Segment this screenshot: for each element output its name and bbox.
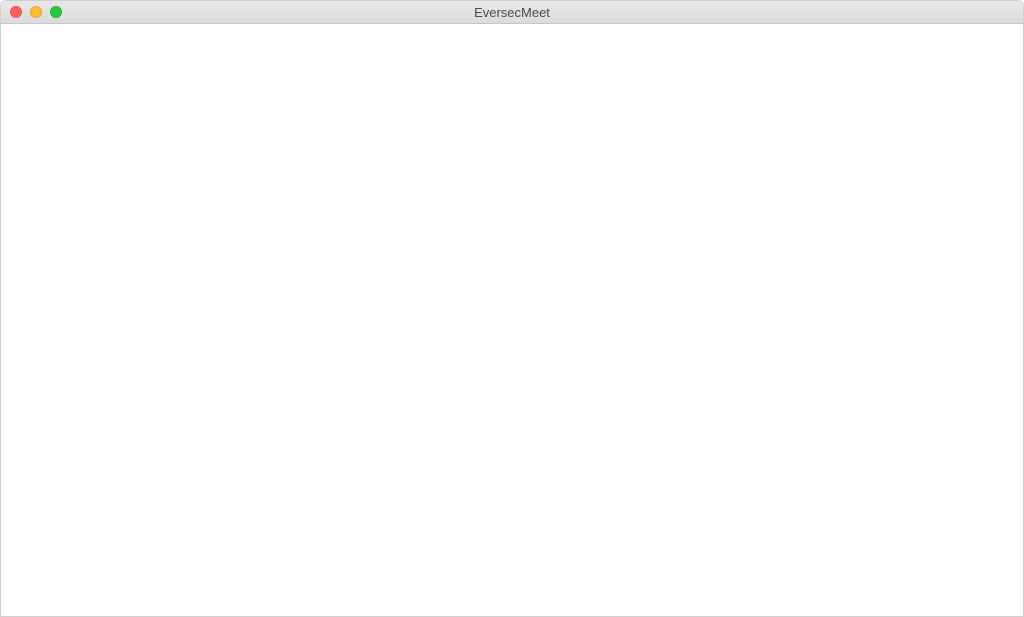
app-window: EversecMeet (0, 0, 1024, 617)
content-area (1, 24, 1023, 616)
window-title: EversecMeet (474, 5, 550, 20)
close-icon[interactable] (10, 6, 22, 18)
minimize-icon[interactable] (30, 6, 42, 18)
traffic-lights (1, 6, 62, 18)
zoom-icon[interactable] (50, 6, 62, 18)
titlebar: EversecMeet (1, 1, 1023, 24)
